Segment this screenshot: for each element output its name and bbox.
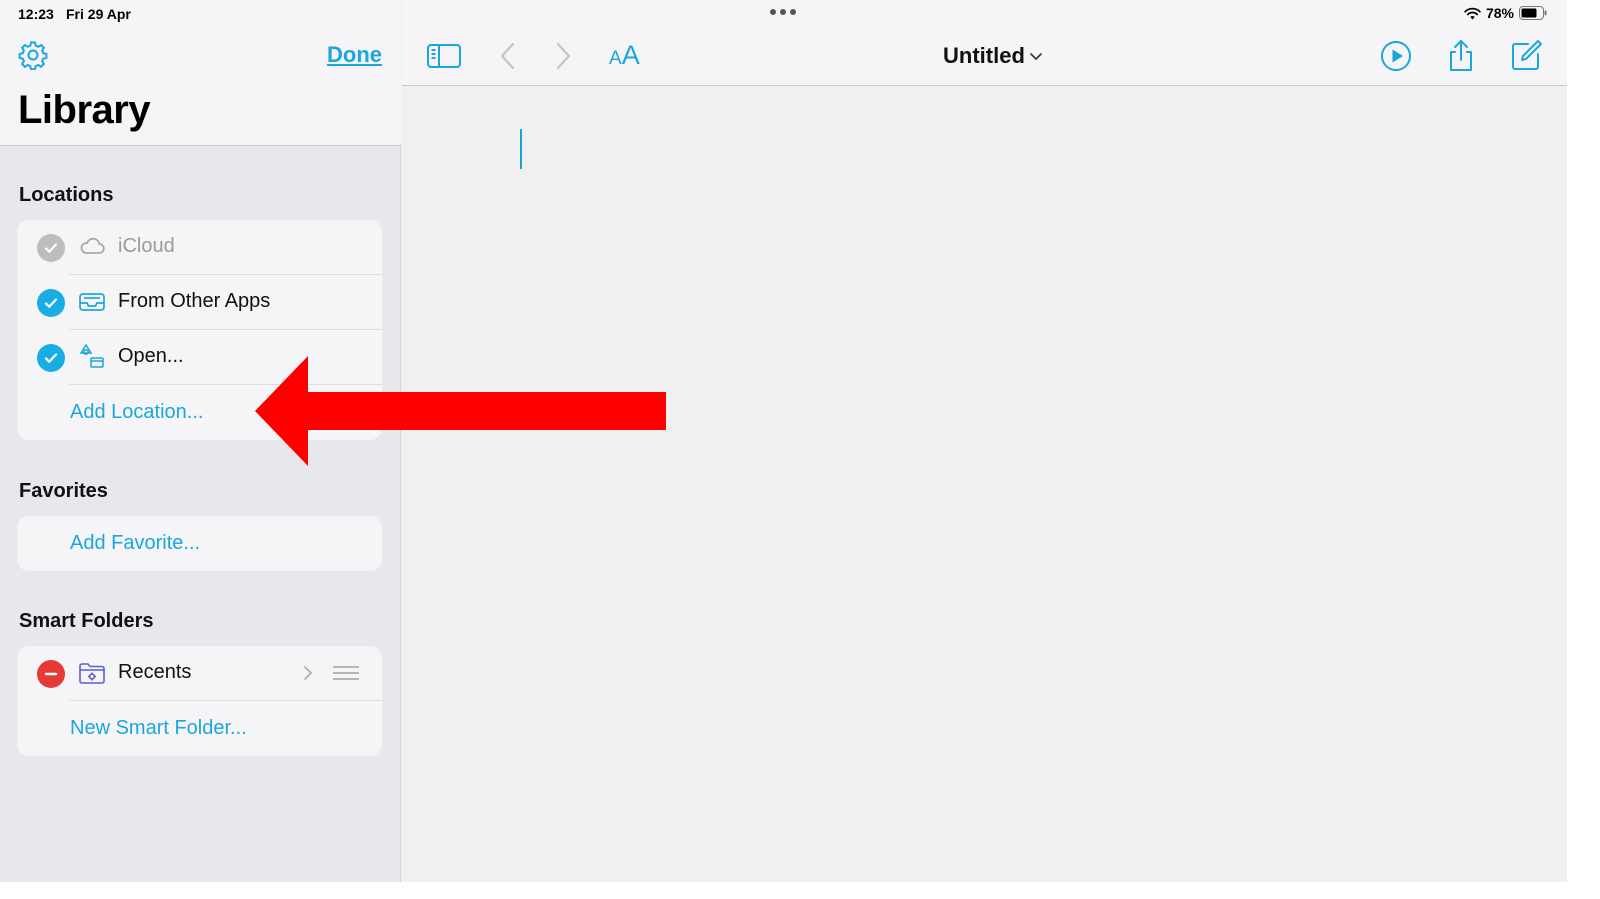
location-label: From Other Apps [118, 290, 271, 312]
location-label: Open... [118, 345, 184, 367]
add-favorite-row[interactable]: Add Favorite... [17, 516, 382, 571]
battery-icon [1519, 6, 1547, 20]
multitasking-dots-icon[interactable] [770, 9, 796, 15]
status-indicators: 78% [1464, 5, 1547, 21]
library-title: Library [18, 88, 151, 132]
shapes-icon [78, 343, 106, 371]
settings-gear-icon[interactable] [18, 40, 48, 71]
location-row-icloud[interactable]: iCloud [17, 220, 382, 275]
new-smart-folder-link[interactable]: New Smart Folder... [70, 717, 247, 740]
cloud-icon [78, 233, 106, 261]
chevron-right-icon[interactable] [301, 663, 315, 683]
forward-chevron-icon[interactable] [545, 38, 581, 74]
play-preview-icon[interactable] [1378, 38, 1414, 74]
checkmark-icon[interactable] [37, 234, 65, 262]
smart-folders-group: Recents New Smart Folder... [17, 646, 382, 756]
share-icon[interactable] [1443, 38, 1479, 74]
status-time: 12:23 [18, 6, 54, 22]
back-chevron-icon[interactable] [490, 38, 526, 74]
status-date: Fri 29 Apr [66, 6, 131, 22]
text-size-icon[interactable]: AA [609, 40, 640, 71]
smart-folder-icon [78, 659, 106, 687]
smart-folder-row-recents[interactable]: Recents [17, 646, 382, 701]
annotation-arrow-icon [255, 356, 666, 466]
remove-minus-icon[interactable] [37, 660, 65, 688]
locations-section-title: Locations [19, 184, 114, 206]
location-row-from-other-apps[interactable]: From Other Apps [17, 275, 382, 330]
checkmark-icon[interactable] [37, 289, 65, 317]
sidebar-toggle-icon[interactable] [426, 38, 462, 74]
add-location-link[interactable]: Add Location... [70, 401, 203, 424]
sidebar-header: 12:23 Fri 29 Apr Done Library [0, 0, 401, 146]
document-title: Untitled [943, 43, 1025, 68]
ipad-screen: 12:23 Fri 29 Apr Done Library Locations [0, 0, 1567, 882]
favorites-section-title: Favorites [19, 480, 108, 502]
new-smart-folder-row[interactable]: New Smart Folder... [17, 701, 382, 756]
text-cursor [520, 129, 522, 169]
location-label: iCloud [118, 235, 175, 257]
inbox-tray-icon [78, 288, 106, 316]
checkmark-icon[interactable] [37, 344, 65, 372]
smart-folder-label: Recents [118, 661, 192, 683]
add-favorite-link[interactable]: Add Favorite... [70, 532, 200, 555]
favorites-group: Add Favorite... [17, 516, 382, 571]
wifi-icon [1464, 7, 1481, 19]
document-toolbar: 78% AA Untitled [402, 0, 1567, 86]
chevron-down-icon [1030, 53, 1042, 60]
compose-new-icon[interactable] [1508, 38, 1544, 74]
battery-percent: 78% [1485, 5, 1514, 21]
smart-folders-section-title: Smart Folders [19, 610, 154, 632]
done-button[interactable]: Done [327, 42, 382, 68]
text-editor[interactable] [402, 87, 1567, 882]
reorder-handle-icon[interactable] [333, 666, 359, 680]
document-title-menu[interactable]: Untitled [943, 43, 1043, 69]
